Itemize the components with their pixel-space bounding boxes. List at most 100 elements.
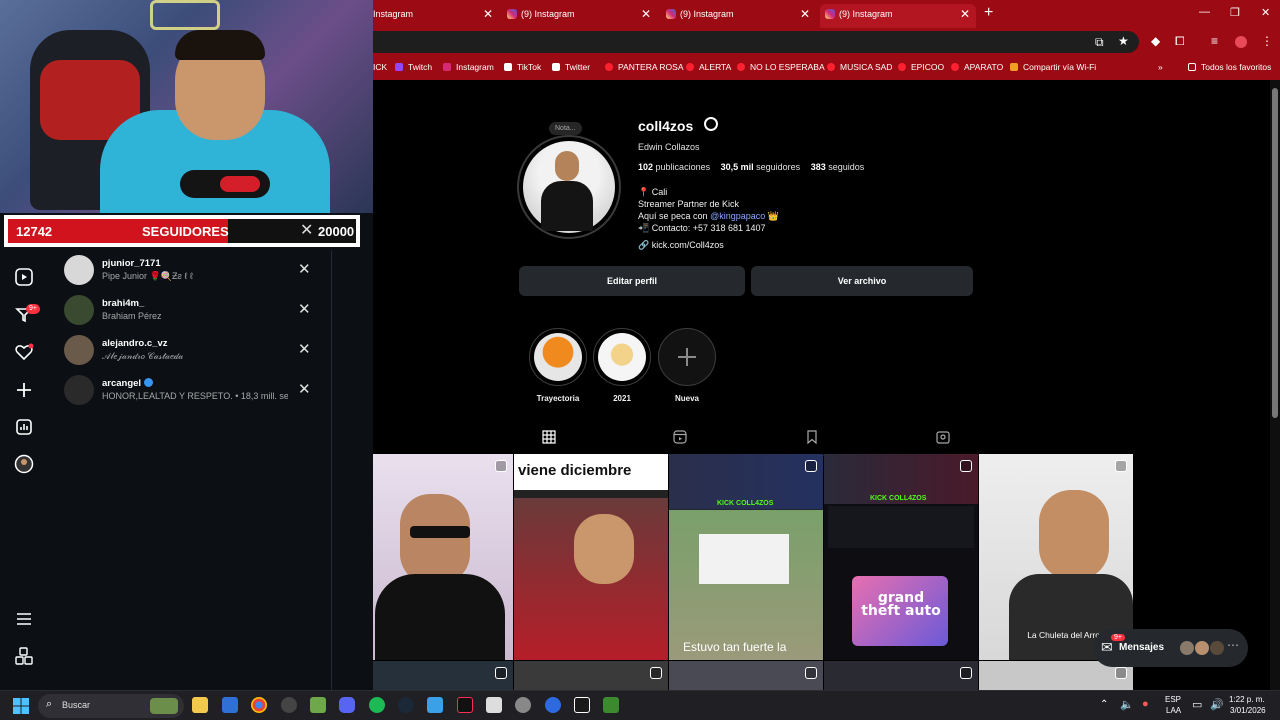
list-item[interactable]: alejandro.c_vz 𝒜𝓁𝑒𝒿𝒶𝓃𝒹𝓇𝑜 𝒞𝒶𝓈𝓉𝒶𝑒𝒹𝒶 ✕ [64, 333, 324, 369]
avatar[interactable] [64, 375, 94, 405]
bookmark-item[interactable]: Twitch [395, 62, 432, 72]
close-icon[interactable]: ✕ [298, 260, 311, 278]
highlight-ring[interactable] [658, 328, 716, 386]
bookmark-item[interactable]: ICK [373, 62, 387, 72]
post-tile[interactable] [669, 661, 823, 690]
extensions-puzzle-icon[interactable]: ⧠ [1175, 34, 1185, 49]
bookmark-label[interactable]: Compartir vía Wi-Fi [1023, 62, 1096, 72]
bookmark-item[interactable]: APARATO [951, 62, 1003, 72]
post-tile[interactable] [373, 661, 513, 690]
bookmark-item[interactable]: NO LO ESPERABA [737, 62, 825, 72]
bookmark-item[interactable]: MUSICA SAD [827, 62, 892, 72]
volume-icon[interactable]: 🔊 [1210, 698, 1224, 711]
spotify-icon[interactable] [369, 697, 385, 713]
menu-icon[interactable] [14, 609, 34, 629]
clock-date[interactable]: 3/01/2026 [1230, 706, 1266, 715]
restore-icon[interactable]: ❐ [1230, 6, 1240, 19]
tab-title[interactable]: (9) Instagram [680, 9, 734, 19]
profile-picture[interactable] [517, 135, 621, 239]
media-controls-icon[interactable]: ≡ [1211, 34, 1218, 48]
bookmark-label[interactable]: APARATO [964, 62, 1003, 72]
dashboard-icon[interactable] [14, 417, 34, 437]
extension-icon[interactable]: ◆ [1151, 34, 1160, 48]
bookmark-label[interactable]: NO LO ESPERABA [750, 62, 825, 72]
browser-tab[interactable]: (9) Instagram ✕ [666, 4, 814, 28]
bio-link[interactable]: 🔗 kick.com/Coll4zos [638, 240, 724, 251]
bookmark-item[interactable]: Twitter [552, 62, 590, 72]
reels-tab-icon[interactable] [673, 430, 687, 444]
tab-close-icon[interactable]: ✕ [960, 7, 970, 21]
bookmark-label[interactable]: TikTok [517, 62, 541, 72]
heart-icon[interactable] [14, 342, 34, 362]
tiktok-icon[interactable] [457, 697, 473, 713]
highlight-item[interactable]: 2021 [593, 328, 651, 403]
browser-tab[interactable]: (9) Instagram ✕ [507, 4, 655, 28]
gear-icon[interactable] [515, 697, 531, 713]
app-icon[interactable] [545, 697, 561, 713]
bookmark-label[interactable]: Twitch [408, 62, 432, 72]
bookmark-item[interactable]: Todos los favoritos [1188, 62, 1271, 72]
followers-label[interactable]: seguidores [756, 162, 800, 172]
avatar[interactable] [64, 335, 94, 365]
language-indicator[interactable]: ESP [1165, 695, 1181, 704]
saved-bookmark-icon[interactable] [805, 430, 819, 444]
tab-close-icon[interactable]: ✕ [483, 7, 493, 21]
bookmark-label[interactable]: Instagram [456, 62, 494, 72]
post-tile[interactable] [514, 661, 668, 690]
bio-link-text[interactable]: kick.com/Coll4zos [652, 240, 724, 250]
post-tile[interactable]: viene diciembre [514, 454, 668, 660]
bookmark-label[interactable]: MUSICA SAD [840, 62, 892, 72]
edit-profile-button[interactable]: Editar perfil [519, 266, 745, 296]
list-item[interactable]: pjunior_7171 Pipe Junior 🌹🍭Ƶƨ ℓ ℓ ✕ [64, 253, 324, 289]
more-menu-icon[interactable]: ⋮ [1261, 34, 1273, 48]
note-bubble[interactable]: Nota... [549, 122, 582, 135]
app-icon[interactable] [427, 697, 443, 713]
highlight-item[interactable]: Trayectoria [529, 328, 587, 403]
highlight-ring[interactable] [593, 328, 651, 386]
post-tile[interactable]: KICK COLL4ZOS Estuvo tan fuerte la [669, 454, 823, 660]
new-tab-button[interactable]: + [984, 4, 993, 22]
post-tile[interactable] [373, 454, 513, 660]
scrollbar-thumb[interactable] [1272, 88, 1278, 418]
avatar[interactable] [64, 255, 94, 285]
list-item[interactable]: arcangel HONOR,LEALTAD Y RESPETO. • 18,3… [64, 373, 324, 409]
all-bookmarks-label[interactable]: Todos los favoritos [1201, 62, 1271, 72]
bookmark-star-icon[interactable]: ★ [1118, 34, 1129, 48]
scrollbar[interactable] [1270, 80, 1280, 690]
microsoft-store-icon[interactable] [222, 697, 238, 713]
list-item-username[interactable]: brahi4m_ [102, 298, 144, 309]
posts-grid-icon[interactable] [542, 430, 556, 444]
tagged-icon[interactable] [936, 430, 950, 444]
post-tile[interactable]: KICK COLL4ZOS grand theft auto [824, 454, 978, 660]
bookmark-item[interactable]: Instagram [443, 62, 494, 72]
app-icon[interactable] [310, 697, 326, 713]
create-icon[interactable] [14, 380, 34, 400]
tray-overflow-icon[interactable]: ⌃ [1100, 699, 1108, 710]
discord-icon[interactable] [339, 697, 355, 713]
steam-icon[interactable] [398, 697, 414, 713]
profile-avatar-icon[interactable] [1235, 36, 1247, 48]
tab-title[interactable]: (9) Instagram [839, 9, 893, 19]
settings-gear-icon[interactable] [704, 117, 718, 131]
post-tile[interactable] [824, 661, 978, 690]
window-close-icon[interactable]: ✕ [1261, 6, 1270, 19]
install-app-icon[interactable]: ⧉ [1095, 35, 1104, 50]
close-icon[interactable]: ✕ [298, 380, 311, 398]
list-item-username[interactable]: alejandro.c_vz [102, 338, 167, 349]
language-variant[interactable]: LAA [1166, 706, 1181, 715]
tab-title[interactable]: Instagram [373, 9, 413, 19]
meta-apps-icon[interactable] [14, 646, 34, 666]
highlight-ring[interactable] [529, 328, 587, 386]
close-icon[interactable]: ✕ [298, 300, 311, 318]
avatar[interactable] [64, 295, 94, 325]
settings-app-icon[interactable] [281, 697, 297, 713]
taskbar-search-box[interactable]: ⌕ Buscar [38, 694, 184, 718]
tab-close-icon[interactable]: ✕ [800, 7, 810, 21]
address-bar[interactable]: ⧉ ★ [373, 31, 1139, 53]
list-item-username[interactable]: arcangel [102, 378, 154, 389]
tab-title[interactable]: (9) Instagram [521, 9, 575, 19]
bookmarks-overflow-icon[interactable]: » [1158, 62, 1163, 72]
minecraft-icon[interactable] [603, 697, 619, 713]
list-item-username[interactable]: pjunior_7171 [102, 258, 161, 269]
minimize-icon[interactable]: — [1199, 6, 1210, 18]
